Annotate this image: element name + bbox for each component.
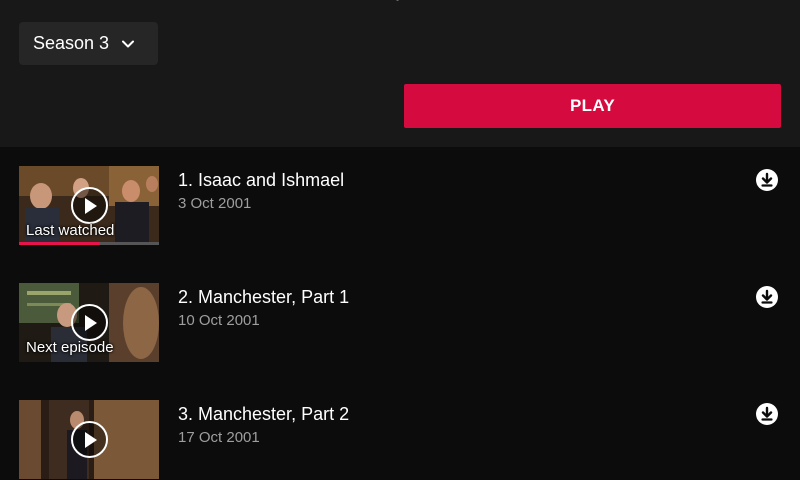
download-icon[interactable] (756, 286, 778, 308)
thumbnail-caption: Next episode (26, 339, 114, 356)
episode-title: 1. Isaac and Ishmael (178, 170, 345, 190)
watch-progress-bar (19, 242, 159, 245)
download-icon[interactable] (756, 169, 778, 191)
thumbnail-caption: Last watched (26, 222, 115, 239)
episode-thumbnail[interactable]: Next episode (19, 283, 159, 362)
episode-row-1[interactable]: Last watched 1. Isaac and Ishmael 3 Oct … (0, 166, 800, 246)
show-title-clipped: y (0, 0, 800, 2)
episode-air-date: 3 Oct 2001 (178, 195, 252, 212)
episode-list: Last watched 1. Isaac and Ishmael 3 Oct … (0, 147, 800, 479)
season-header: y Season 3 PLAY (0, 0, 800, 147)
watch-progress-fill (19, 242, 101, 245)
episode-row-3[interactable]: 3. Manchester, Part 2 17 Oct 2001 (0, 400, 800, 480)
season-selector-label: Season 3 (33, 33, 110, 53)
play-button[interactable]: PLAY (404, 84, 781, 128)
download-icon[interactable] (756, 403, 778, 425)
episode-thumbnail[interactable]: Last watched (19, 166, 159, 245)
play-icon[interactable] (71, 187, 108, 224)
episode-title: 3. Manchester, Part 2 (178, 404, 350, 424)
chevron-down-icon (121, 37, 135, 51)
play-icon[interactable] (71, 304, 108, 341)
episode-row-2[interactable]: Next episode 2. Manchester, Part 1 10 Oc… (0, 283, 800, 363)
episode-air-date: 17 Oct 2001 (178, 429, 260, 446)
episode-air-date: 10 Oct 2001 (178, 312, 260, 329)
episode-title: 2. Manchester, Part 1 (178, 287, 350, 307)
episode-thumbnail[interactable] (19, 400, 159, 479)
play-icon[interactable] (71, 421, 108, 458)
season-selector[interactable]: Season 3 (19, 22, 158, 65)
